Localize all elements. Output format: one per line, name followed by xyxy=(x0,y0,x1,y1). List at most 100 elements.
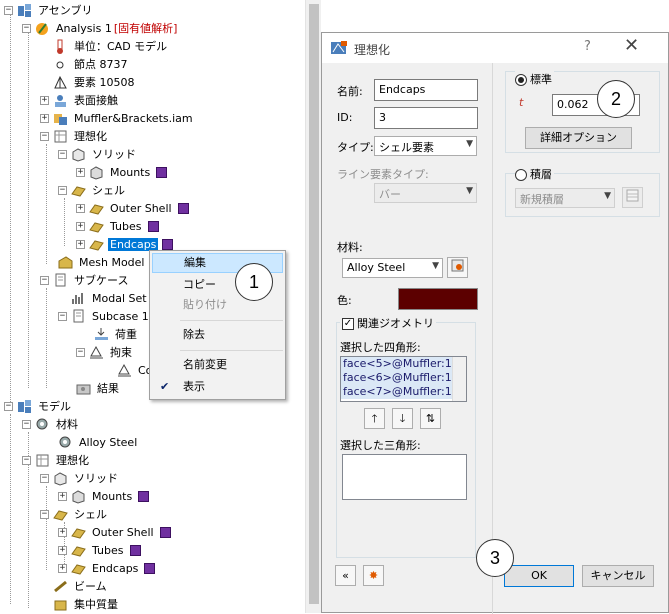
color-swatch-button[interactable] xyxy=(398,288,478,310)
tree-node-outer-shell-2[interactable]: + Outer Shell xyxy=(58,523,171,541)
chevron-down-icon: ▼ xyxy=(604,191,611,201)
collapse-icon[interactable]: − xyxy=(40,131,49,141)
material-item-icon xyxy=(58,435,73,450)
tree-node-tubes[interactable]: + Tubes xyxy=(76,217,159,235)
expand-icon[interactable]: + xyxy=(58,527,67,537)
expand-icon[interactable]: + xyxy=(76,203,85,213)
list-item[interactable]: face<5>@Muffler:1 xyxy=(341,357,466,371)
collapse-icon[interactable]: − xyxy=(22,455,31,465)
id-input[interactable]: 3 xyxy=(374,107,478,129)
tree-node-assembly-file[interactable]: + Muffler&Brackets.iam xyxy=(40,109,195,127)
expand-icon[interactable]: + xyxy=(58,563,67,573)
tree-node-materials[interactable]: − 材料 xyxy=(22,415,80,433)
material-dropdown[interactable]: Alloy Steel ▼ xyxy=(342,258,443,278)
tree-node-model[interactable]: − モデル xyxy=(4,397,73,415)
color-swatch xyxy=(156,166,168,178)
expand-icon[interactable]: + xyxy=(58,545,67,555)
tris-list[interactable] xyxy=(342,454,467,500)
tree-node-constraints[interactable]: − 拘束 xyxy=(76,343,134,361)
collapse-icon[interactable]: − xyxy=(4,5,13,15)
collapse-up-button[interactable]: « xyxy=(335,565,356,586)
quads-list[interactable]: face<5>@Muffler:1 face<6>@Muffler:1 face… xyxy=(340,356,467,402)
tree-node-lumped-mass[interactable]: 集中質量 xyxy=(53,595,120,613)
tree-node-analysis[interactable]: − Analysis 1 [固有値解析] xyxy=(22,19,177,37)
tree-node-shell[interactable]: − シェル xyxy=(58,181,127,199)
subcase-icon xyxy=(53,273,68,288)
idealization-icon xyxy=(53,129,68,144)
tree-node-solid[interactable]: − ソリッド xyxy=(58,145,138,163)
expand-icon[interactable]: + xyxy=(40,113,49,123)
tree-node-nodes[interactable]: 節点 8737 xyxy=(53,55,130,73)
collapse-icon[interactable]: − xyxy=(40,275,49,285)
collapse-icon[interactable]: − xyxy=(58,149,67,159)
tree-node-outer-shell[interactable]: + Outer Shell xyxy=(76,199,189,217)
advanced-options-button[interactable]: 詳細オプション xyxy=(525,127,632,149)
expand-icon[interactable]: + xyxy=(76,221,85,231)
laminate-edit-button[interactable] xyxy=(622,187,643,208)
collapse-icon[interactable]: − xyxy=(40,509,49,519)
scrollbar-thumb[interactable] xyxy=(309,4,319,604)
ok-button[interactable]: OK xyxy=(504,565,574,587)
list-item[interactable]: face<6>@Muffler:1 xyxy=(341,371,466,385)
menu-separator xyxy=(180,320,283,321)
collapse-icon[interactable]: − xyxy=(40,473,49,483)
tree-node-mounts-2[interactable]: + Mounts xyxy=(58,487,150,505)
tree-node-endcaps-2[interactable]: + Endcaps xyxy=(58,559,156,577)
menu-item-rename[interactable]: 名前変更 xyxy=(152,355,283,375)
line-type-dropdown[interactable]: バー ▼ xyxy=(374,183,477,203)
name-input[interactable]: Endcaps xyxy=(374,79,478,101)
line-type-value: バー xyxy=(379,188,401,201)
expand-icon[interactable]: + xyxy=(58,491,67,501)
tree-label: 単位：CAD モデル xyxy=(74,40,168,53)
menu-item-show[interactable]: ✔ 表示 xyxy=(152,377,283,397)
cancel-button[interactable]: キャンセル xyxy=(582,565,654,587)
tree-node-assembly[interactable]: − アセンブリ xyxy=(4,1,94,19)
collapse-icon[interactable]: − xyxy=(58,185,67,195)
tree-node-units[interactable]: 単位：CAD モデル xyxy=(53,37,169,55)
tree-node-subcases[interactable]: − サブケース xyxy=(40,271,130,289)
collapse-icon[interactable]: − xyxy=(76,347,85,357)
tree-connector xyxy=(46,144,47,264)
close-button[interactable]: ✕ xyxy=(624,35,639,56)
laminate-dropdown[interactable]: 新規積層 ▼ xyxy=(515,188,615,208)
tree-node-mounts[interactable]: + Mounts xyxy=(76,163,168,181)
collapse-icon[interactable]: − xyxy=(22,23,31,33)
thickness-label: t xyxy=(519,96,524,109)
move-up-button[interactable]: 🡑 xyxy=(364,408,385,429)
tree-node-idealization-2[interactable]: − 理想化 xyxy=(22,451,91,469)
tree-node-results[interactable]: 結果 xyxy=(76,379,121,397)
list-scrollbar[interactable] xyxy=(452,357,466,401)
tree-node-elements[interactable]: 要素 10508 xyxy=(53,73,137,91)
tree-node-shell-2[interactable]: − シェル xyxy=(40,505,109,523)
expand-icon[interactable]: + xyxy=(40,95,49,105)
assoc-geometry-checkbox[interactable]: ✓ 関連ジオメトリ xyxy=(340,315,436,331)
tree-node-modal-set[interactable]: Modal Set xyxy=(71,289,149,307)
callout-3: 3 xyxy=(476,539,514,577)
type-dropdown[interactable]: シェル要素 ▼ xyxy=(374,136,477,156)
callout-1: 1 xyxy=(235,263,273,301)
material-library-button[interactable] xyxy=(447,257,468,278)
tree-scrollbar[interactable] xyxy=(305,0,321,613)
tree-node-solid-2[interactable]: − ソリッド xyxy=(40,469,120,487)
collapse-icon[interactable]: − xyxy=(4,401,13,411)
laminate-radio[interactable]: 積層 xyxy=(515,166,554,182)
tree-node-contact[interactable]: + 表面接触 xyxy=(40,91,120,109)
standard-radio[interactable]: 標準 xyxy=(515,71,554,87)
tree-node-alloy-steel[interactable]: Alloy Steel xyxy=(58,433,139,451)
swap-button[interactable]: ⇅ xyxy=(420,408,441,429)
tree-node-loads[interactable]: 荷重 xyxy=(94,325,139,343)
menu-item-remove[interactable]: 除去 xyxy=(152,325,283,345)
settings-button[interactable]: ✸ xyxy=(363,565,384,586)
tree-node-tubes-2[interactable]: + Tubes xyxy=(58,541,141,559)
tree-node-subcase-1[interactable]: − Subcase 1 xyxy=(58,307,151,325)
expand-icon[interactable]: + xyxy=(76,239,85,249)
tree-node-idealization[interactable]: − 理想化 xyxy=(40,127,109,145)
collapse-icon[interactable]: − xyxy=(58,311,67,321)
tree-node-mesh-model[interactable]: Mesh Model xyxy=(58,253,146,271)
move-down-button[interactable]: 🡓 xyxy=(392,408,413,429)
collapse-icon[interactable]: − xyxy=(22,419,31,429)
help-button[interactable]: ? xyxy=(584,39,591,54)
list-item[interactable]: face<7>@Muffler:1 xyxy=(341,385,466,399)
expand-icon[interactable]: + xyxy=(76,167,85,177)
tree-node-beam[interactable]: ビーム xyxy=(53,577,109,595)
